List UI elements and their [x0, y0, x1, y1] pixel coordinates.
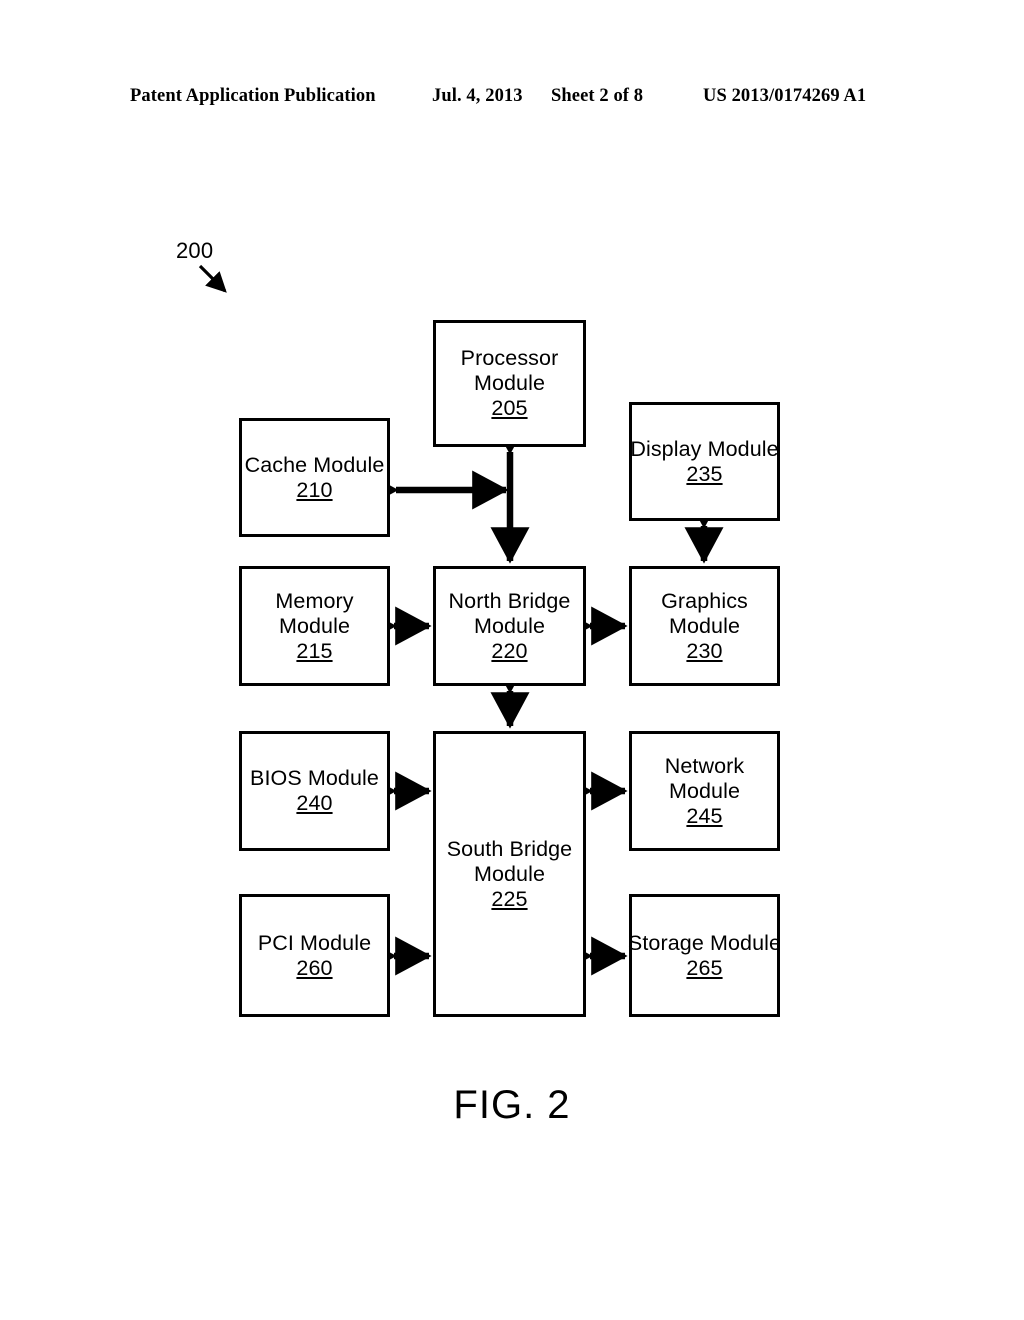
- module-box-network: Network Module 245: [629, 731, 780, 851]
- module-ref-memory: 215: [296, 638, 333, 663]
- module-box-storage: Storage Module 265: [627, 894, 782, 1017]
- module-ref-network: 245: [686, 803, 723, 828]
- module-label-south-bridge-line1: South Bridge: [446, 836, 573, 861]
- module-box-display: Display Module 235: [629, 402, 780, 521]
- module-label-north-bridge-line1: North Bridge: [448, 588, 571, 613]
- module-ref-pci: 260: [296, 955, 333, 980]
- module-label-south-bridge-line2: Module: [473, 861, 546, 886]
- module-label-processor-line1: Processor: [460, 346, 559, 370]
- module-box-south-bridge: South Bridge Module 225: [433, 731, 586, 1017]
- module-ref-bios: 240: [296, 791, 333, 815]
- module-label-network-line2: Module: [668, 778, 741, 803]
- module-label-network-line1: Network: [664, 753, 745, 778]
- module-label-graphics-line1: Graphics: [661, 588, 748, 613]
- module-box-cache: Cache Module 210: [239, 418, 390, 537]
- module-label-memory-line2: Module: [278, 613, 351, 638]
- figure-block-diagram: 200 Processor Module 205 Cache Module 21…: [0, 0, 1024, 1320]
- module-ref-north-bridge: 220: [491, 638, 528, 663]
- module-ref-graphics: 230: [686, 638, 723, 663]
- module-box-north-bridge: North Bridge Module 220: [433, 566, 586, 686]
- module-label-processor-line2: Module: [473, 371, 546, 395]
- module-box-bios: BIOS Module 240: [239, 731, 390, 851]
- module-ref-storage: 265: [686, 955, 723, 980]
- module-label-north-bridge-line2: Module: [473, 613, 546, 638]
- module-box-memory: Memory Module 215: [239, 566, 390, 686]
- module-label-display-line1: Display Module: [630, 436, 779, 461]
- module-box-graphics: Graphics Module 230: [629, 566, 780, 686]
- module-ref-processor: 205: [491, 396, 528, 420]
- module-box-pci: PCI Module 260: [239, 894, 390, 1017]
- module-ref-display: 235: [686, 461, 723, 486]
- module-label-bios-line1: BIOS Module: [250, 766, 379, 790]
- module-ref-cache: 210: [296, 477, 333, 502]
- module-box-processor: Processor Module 205: [433, 320, 586, 447]
- module-label-memory-line1: Memory: [275, 588, 354, 613]
- module-label-storage-line1: Storage Module: [627, 930, 782, 955]
- module-label-cache-line1: Cache Module: [244, 452, 385, 477]
- module-label-pci-line1: PCI Module: [257, 930, 372, 955]
- module-label-graphics-line2: Module: [668, 613, 741, 638]
- module-ref-south-bridge: 225: [491, 886, 528, 911]
